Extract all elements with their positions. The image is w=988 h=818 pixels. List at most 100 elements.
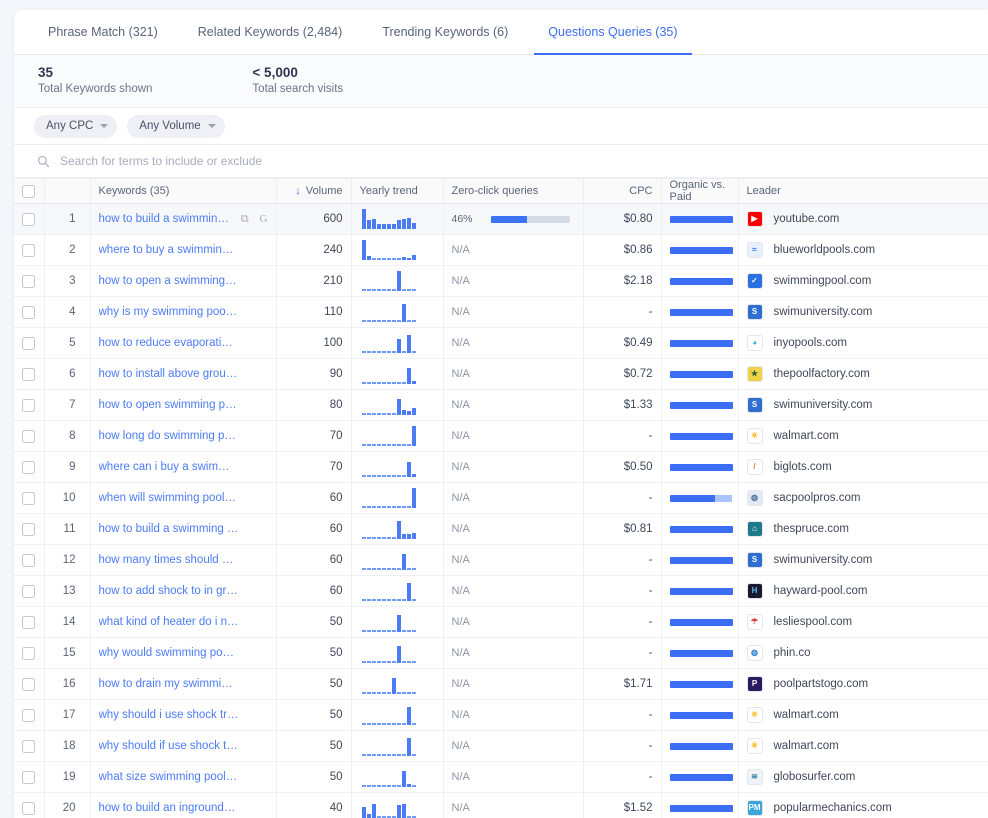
table-row[interactable]: 4why is my swimming pool pump n…110N/A-S… xyxy=(14,297,988,328)
leader-domain[interactable]: hayward-pool.com xyxy=(774,585,868,597)
keyword-link[interactable]: how many times should a swimmi… xyxy=(99,554,239,566)
row-checkbox-cell[interactable] xyxy=(14,638,44,669)
row-checkbox-cell[interactable] xyxy=(14,607,44,638)
leader-domain[interactable]: youtube.com xyxy=(774,213,840,225)
row-checkbox[interactable] xyxy=(22,616,35,629)
row-checkbox[interactable] xyxy=(22,647,35,660)
tab-3[interactable]: Questions Queries (35) xyxy=(528,10,697,54)
leader-domain[interactable]: thespruce.com xyxy=(774,523,849,535)
column-header-volume[interactable]: ↓Volume xyxy=(276,179,351,204)
table-row[interactable]: 3how to open a swimming pool afte…210N/A… xyxy=(14,266,988,297)
leader-domain[interactable]: globosurfer.com xyxy=(774,771,856,783)
row-checkbox-cell[interactable] xyxy=(14,700,44,731)
row-checkbox-cell[interactable] xyxy=(14,731,44,762)
leader-domain[interactable]: swimuniversity.com xyxy=(774,306,873,318)
row-checkbox[interactable] xyxy=(22,399,35,412)
leader-domain[interactable]: thepoolfactory.com xyxy=(774,368,870,380)
keyword-link[interactable]: how to build an inground swimmin… xyxy=(99,802,239,814)
search-bar[interactable] xyxy=(14,145,988,178)
leader-domain[interactable]: phin.co xyxy=(774,647,811,659)
row-checkbox[interactable] xyxy=(22,492,35,505)
serp-preview-icon[interactable]: ⧉ xyxy=(241,214,249,225)
table-row[interactable]: 10when will swimming pool 2 inch va…60N/… xyxy=(14,483,988,514)
row-checkbox[interactable] xyxy=(22,771,35,784)
row-checkbox[interactable] xyxy=(22,523,35,536)
leader-domain[interactable]: swimuniversity.com xyxy=(774,399,873,411)
row-checkbox[interactable] xyxy=(22,802,35,815)
keyword-link[interactable]: how to add shock to in ground swi… xyxy=(99,585,239,597)
row-checkbox[interactable] xyxy=(22,244,35,257)
column-header-trend[interactable]: Yearly trend xyxy=(351,179,443,204)
table-row[interactable]: 1how to build a swimming …⧉G60046%$0.80▶… xyxy=(14,204,988,235)
row-checkbox-cell[interactable] xyxy=(14,514,44,545)
table-row[interactable]: 5how to reduce evaporation in swim…100N/… xyxy=(14,328,988,359)
table-row[interactable]: 19what size swimming pool pole do i…50N/… xyxy=(14,762,988,793)
keyword-link[interactable]: why should if use shock treatment … xyxy=(99,740,239,752)
keyword-link[interactable]: why would swimming pool be clou… xyxy=(99,647,239,659)
keyword-link[interactable]: when will swimming pool 2 inch va… xyxy=(99,492,239,504)
leader-domain[interactable]: walmart.com xyxy=(774,740,839,752)
row-checkbox[interactable] xyxy=(22,337,35,350)
column-header-zcq[interactable]: Zero-click queries xyxy=(443,179,583,204)
keyword-link[interactable]: where can i buy a swimming pool i… xyxy=(99,461,239,473)
leader-domain[interactable]: swimmingpool.com xyxy=(774,275,872,287)
keyword-link[interactable]: what kind of heater do i need for a … xyxy=(99,616,239,628)
table-row[interactable]: 2where to buy a swimming pool240N/A$0.86… xyxy=(14,235,988,266)
table-row[interactable]: 9where can i buy a swimming pool i…70N/A… xyxy=(14,452,988,483)
table-row[interactable]: 18why should if use shock treatment …50N… xyxy=(14,731,988,762)
filter-chip-1[interactable]: Any Volume xyxy=(127,115,224,138)
row-checkbox-cell[interactable] xyxy=(14,204,44,235)
leader-domain[interactable]: lesliespool.com xyxy=(774,616,853,628)
table-row[interactable]: 6how to install above ground swim…90N/A$… xyxy=(14,359,988,390)
keyword-link[interactable]: how long do swimming pool cartri… xyxy=(99,430,239,442)
tab-2[interactable]: Trending Keywords (6) xyxy=(362,10,528,54)
row-checkbox[interactable] xyxy=(22,461,35,474)
row-checkbox-cell[interactable] xyxy=(14,793,44,818)
leader-domain[interactable]: popularmechanics.com xyxy=(774,802,892,814)
table-row[interactable]: 14what kind of heater do i need for a …5… xyxy=(14,607,988,638)
leader-domain[interactable]: blueworldpools.com xyxy=(774,244,876,256)
filter-chip-0[interactable]: Any CPC xyxy=(34,115,117,138)
table-row[interactable]: 13how to add shock to in ground swi…60N/… xyxy=(14,576,988,607)
row-checkbox-cell[interactable] xyxy=(14,421,44,452)
leader-domain[interactable]: walmart.com xyxy=(774,709,839,721)
row-checkbox-cell[interactable] xyxy=(14,297,44,328)
table-row[interactable]: 15why would swimming pool be clou…50N/A-… xyxy=(14,638,988,669)
table-row[interactable]: 16how to drain my swimming pool50N/A$1.7… xyxy=(14,669,988,700)
select-all-checkbox[interactable] xyxy=(22,185,35,198)
row-checkbox-cell[interactable] xyxy=(14,762,44,793)
keyword-link[interactable]: how to build a swimming pool - ste… xyxy=(99,523,239,535)
table-row[interactable]: 12how many times should a swimmi…60N/A-S… xyxy=(14,545,988,576)
row-checkbox[interactable] xyxy=(22,740,35,753)
column-header-index[interactable] xyxy=(44,179,90,204)
row-checkbox-cell[interactable] xyxy=(14,483,44,514)
keyword-link[interactable]: what size swimming pool pole do i… xyxy=(99,771,239,783)
leader-domain[interactable]: swimuniversity.com xyxy=(774,554,873,566)
table-row[interactable]: 17why should i use shock treatment f…50N… xyxy=(14,700,988,731)
keyword-link[interactable]: how to reduce evaporation in swim… xyxy=(99,337,239,349)
leader-domain[interactable]: sacpoolpros.com xyxy=(774,492,861,504)
row-checkbox-cell[interactable] xyxy=(14,669,44,700)
table-row[interactable]: 7how to open swimming pool80N/A$1.33Sswi… xyxy=(14,390,988,421)
row-checkbox[interactable] xyxy=(22,213,35,226)
row-checkbox-cell[interactable] xyxy=(14,266,44,297)
row-checkbox-cell[interactable] xyxy=(14,390,44,421)
leader-domain[interactable]: walmart.com xyxy=(774,430,839,442)
row-checkbox[interactable] xyxy=(22,678,35,691)
row-checkbox[interactable] xyxy=(22,709,35,722)
column-header-check[interactable] xyxy=(14,179,44,204)
column-header-leader[interactable]: Leader xyxy=(738,179,988,204)
row-checkbox[interactable] xyxy=(22,368,35,381)
google-icon[interactable]: G xyxy=(260,214,268,225)
tab-0[interactable]: Phrase Match (321) xyxy=(28,10,178,54)
row-checkbox[interactable] xyxy=(22,275,35,288)
keyword-link[interactable]: why should i use shock treatment f… xyxy=(99,709,239,721)
table-row[interactable]: 20how to build an inground swimmin…40N/A… xyxy=(14,793,988,818)
keyword-link[interactable]: why is my swimming pool pump n… xyxy=(99,306,239,318)
tab-1[interactable]: Related Keywords (2,484) xyxy=(178,10,363,54)
keyword-link[interactable]: how to build a swimming … xyxy=(99,213,233,225)
keyword-link[interactable]: how to drain my swimming pool xyxy=(99,678,239,690)
row-checkbox[interactable] xyxy=(22,554,35,567)
keyword-link[interactable]: how to open a swimming pool afte… xyxy=(99,275,239,287)
leader-domain[interactable]: inyopools.com xyxy=(774,337,848,349)
